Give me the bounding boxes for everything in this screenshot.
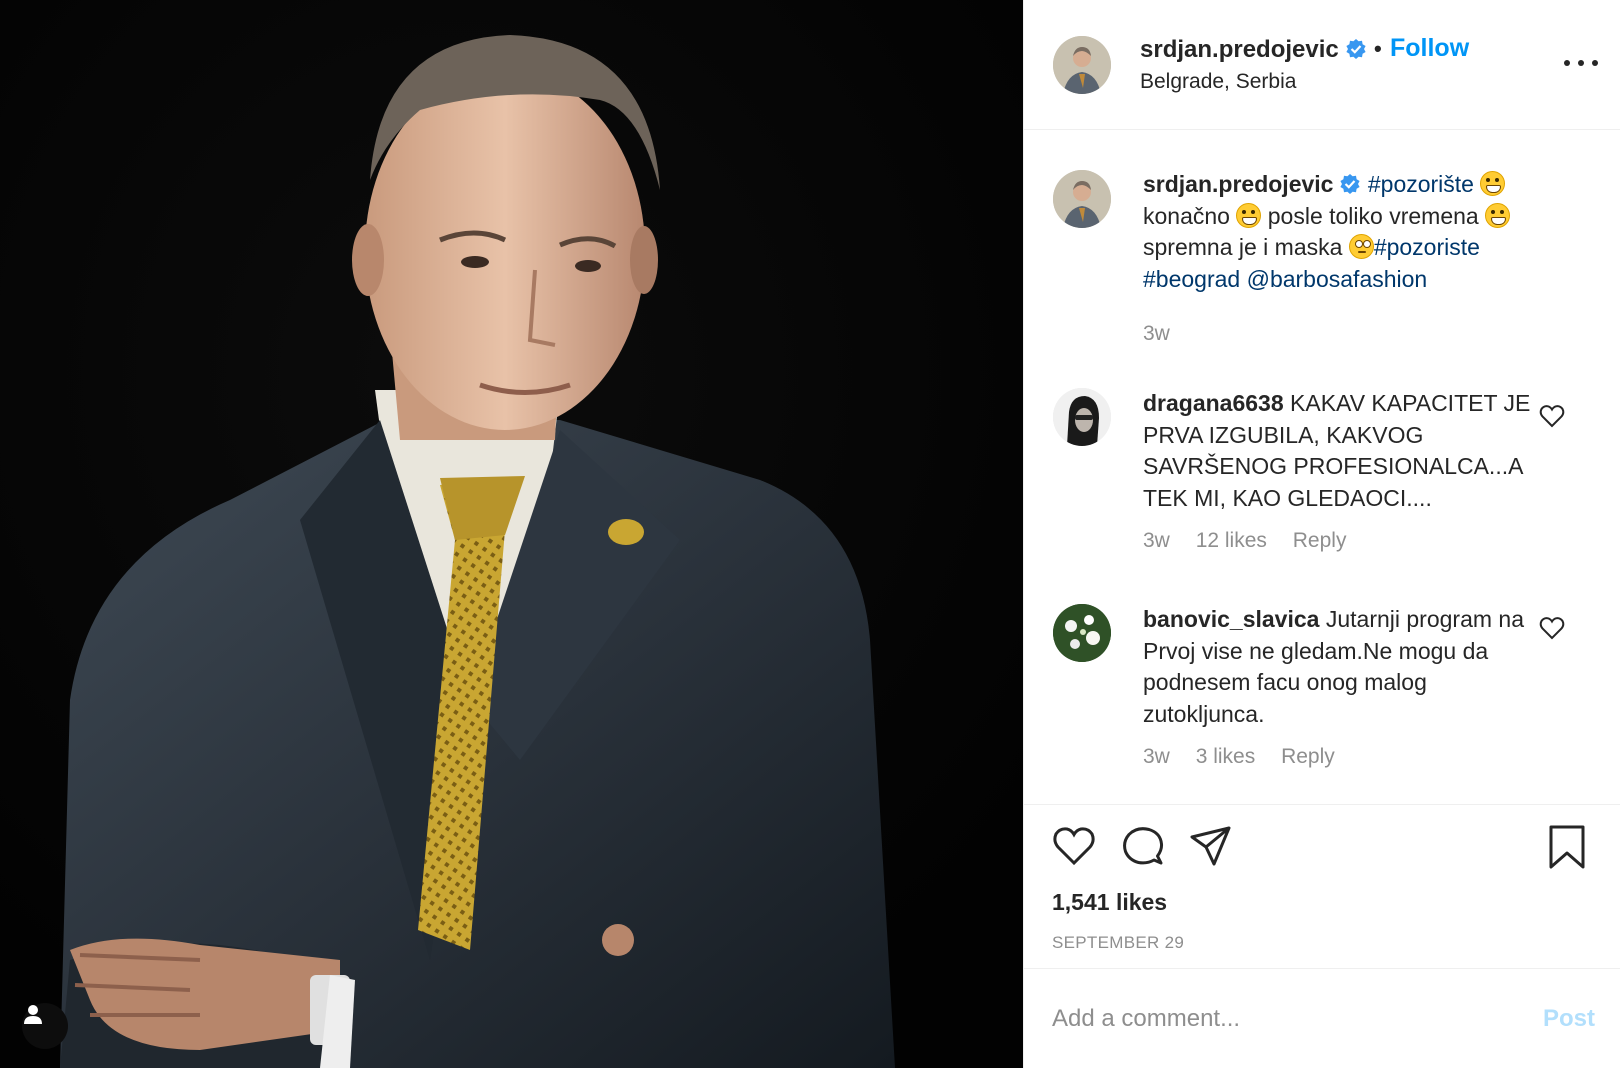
comment-item: dragana6638 KAKAV KAPACITET JE PRVA IZGU… (1024, 388, 1620, 568)
post-location[interactable]: Belgrade, Serbia (1140, 70, 1296, 94)
reply-button[interactable]: Reply (1293, 529, 1347, 552)
comment-item: banovic_slavica Jutarnji program na Prvo… (1024, 604, 1620, 784)
bookmark-icon[interactable] (1547, 825, 1587, 869)
author-avatar[interactable] (1053, 36, 1111, 94)
caption-username[interactable]: srdjan.predojevic (1143, 171, 1333, 197)
post-image[interactable] (0, 0, 1023, 1068)
caption-fragment: konačno (1143, 202, 1230, 229)
more-options-icon[interactable] (1564, 55, 1598, 71)
comment-time[interactable]: 3w (1143, 529, 1170, 552)
post-photo (0, 0, 1023, 1068)
commenter-username[interactable]: dragana6638 (1143, 390, 1284, 416)
comment-likes[interactable]: 3 likes (1196, 745, 1256, 768)
caption-meta: 3w (1143, 322, 1190, 346)
comment-meta: 3w 3 likes Reply (1143, 745, 1355, 769)
post-header: srdjan.predojevic • Follow Belgrade, Ser… (1024, 0, 1620, 130)
user-tag-icon[interactable] (22, 1003, 68, 1049)
commenter-avatar[interactable] (1053, 388, 1111, 446)
comment-text: banovic_slavica Jutarnji program na Prvo… (1143, 604, 1548, 730)
caption-text: srdjan.predojevic #pozorište konačno pos… (1143, 169, 1548, 295)
hashtag-link[interactable]: #pozorište (1368, 171, 1474, 197)
caption-fragment: posle toliko vremena (1267, 202, 1479, 229)
add-comment-section: Post (1024, 969, 1620, 1068)
comment-text: dragana6638 KAKAV KAPACITET JE PRVA IZGU… (1143, 388, 1548, 514)
commenter-avatar[interactable] (1053, 604, 1111, 662)
heart-icon[interactable] (1052, 825, 1096, 867)
comment-likes[interactable]: 12 likes (1196, 529, 1267, 552)
author-username-text[interactable]: srdjan.predojevic (1140, 36, 1339, 63)
caption-fragment: spremna je i maska (1143, 234, 1343, 260)
author-username[interactable]: srdjan.predojevic (1140, 36, 1367, 64)
comment-input[interactable] (1052, 999, 1522, 1039)
caption-time[interactable]: 3w (1143, 322, 1170, 345)
comment-time[interactable]: 3w (1143, 745, 1170, 768)
post-caption: srdjan.predojevic #pozorište konačno pos… (1024, 170, 1620, 350)
mention-link[interactable]: @barbosafashion (1247, 266, 1428, 292)
verified-badge-icon (1340, 174, 1361, 194)
like-comment-heart-icon[interactable] (1539, 616, 1565, 640)
follow-button[interactable]: Follow (1390, 34, 1469, 63)
grinning-emoji-icon (1236, 202, 1262, 228)
reply-button[interactable]: Reply (1281, 745, 1335, 768)
comment-icon[interactable] (1121, 825, 1165, 867)
share-icon[interactable] (1189, 825, 1233, 867)
verified-badge-icon (1346, 39, 1366, 59)
post-actions: 1,541 likes SEPTEMBER 29 (1024, 804, 1620, 969)
post-comment-button[interactable]: Post (1543, 1005, 1595, 1033)
likes-count[interactable]: 1,541 likes (1052, 889, 1167, 916)
post-panel: srdjan.predojevic • Follow Belgrade, Ser… (1023, 0, 1620, 1068)
like-comment-heart-icon[interactable] (1539, 404, 1565, 428)
separator-dot: • (1374, 36, 1382, 61)
grinning-emoji-icon (1485, 202, 1511, 228)
caption-avatar[interactable] (1053, 170, 1111, 228)
comment-meta: 3w 12 likes Reply (1143, 529, 1366, 553)
hashtag-link[interactable]: #pozoriste (1374, 234, 1480, 260)
grinning-emoji-icon (1480, 171, 1506, 196)
post-date[interactable]: SEPTEMBER 29 (1052, 933, 1184, 953)
hashtag-link[interactable]: #beograd (1143, 266, 1240, 292)
commenter-username[interactable]: banovic_slavica (1143, 606, 1319, 632)
rolling-eyes-emoji-icon (1348, 234, 1374, 259)
